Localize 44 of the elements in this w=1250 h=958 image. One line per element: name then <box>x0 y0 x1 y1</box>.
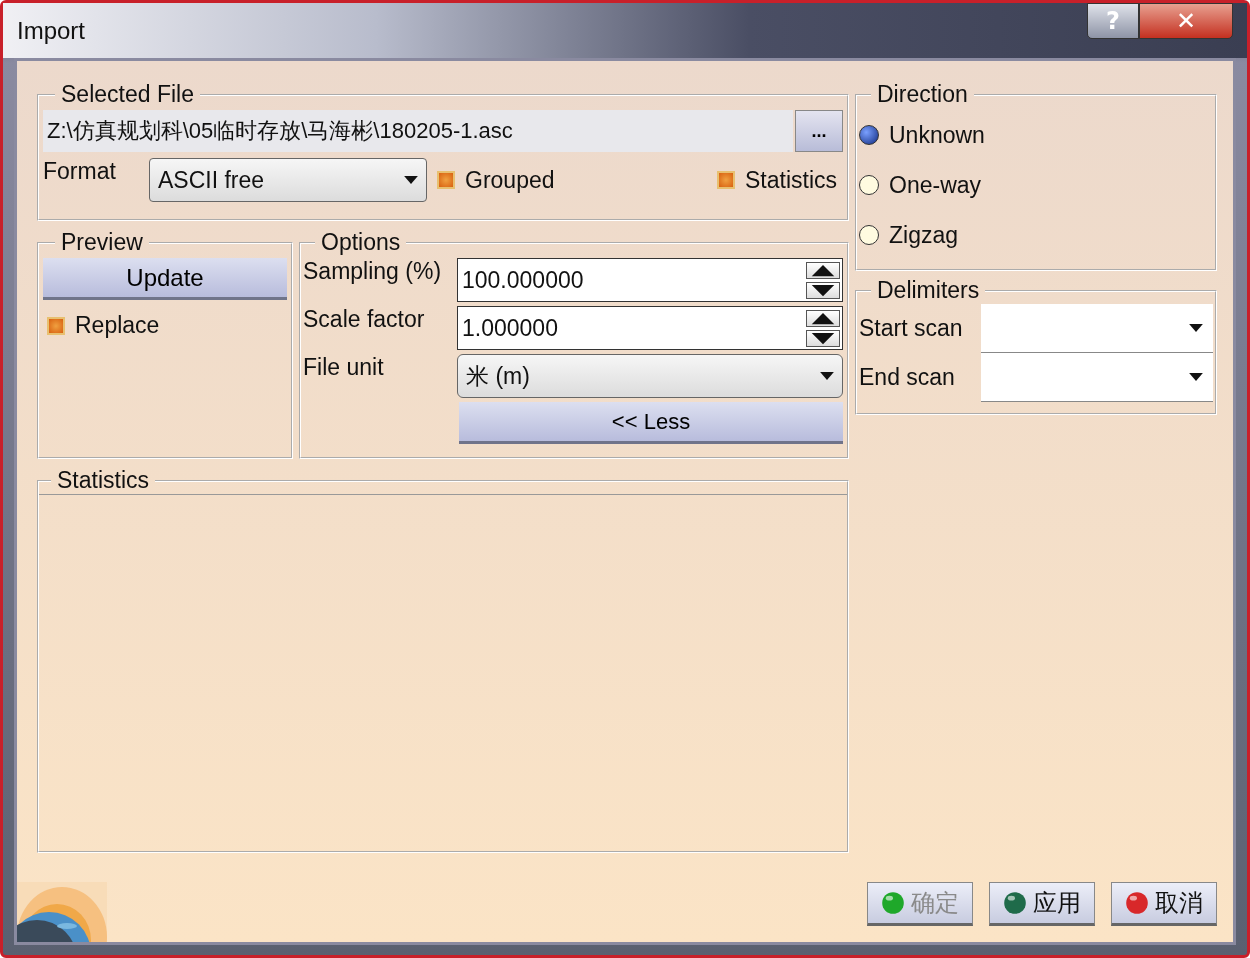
group-label: Delimiters <box>876 277 981 304</box>
field-label: Scale factor <box>303 306 426 333</box>
field-label: Start scan <box>859 315 964 342</box>
dialog-button[interactable]: 应用 <box>989 882 1095 926</box>
number-field[interactable]: 1.000000 <box>457 306 843 350</box>
field-label: End scan <box>859 364 956 391</box>
dialog-button[interactable]: 取消 <box>1111 882 1217 926</box>
checkbox-label: Statistics <box>744 166 837 194</box>
dropdown[interactable] <box>981 304 1213 353</box>
radio-label: Unknown <box>889 121 985 149</box>
ball-icon <box>1003 891 1027 915</box>
caret-icon <box>1189 373 1203 381</box>
number-field[interactable]: 100.000000 <box>457 258 843 302</box>
caret-icon <box>820 372 834 380</box>
group-label: Preview <box>60 229 144 256</box>
dropdown[interactable] <box>981 353 1213 402</box>
group-label: Direction <box>876 81 969 108</box>
radio-button[interactable] <box>859 125 879 145</box>
window-title: Import <box>17 17 85 45</box>
format-label: Format <box>43 158 117 185</box>
radio-button[interactable] <box>859 175 879 195</box>
browse-button[interactable]: ... <box>795 110 843 152</box>
field-label: Sampling (%) <box>303 258 443 285</box>
group-label: Selected File <box>60 81 195 108</box>
ball-icon <box>1125 891 1149 915</box>
update-button[interactable]: Update <box>43 258 287 300</box>
less-button[interactable]: << Less <box>459 402 843 444</box>
group-label: Options <box>320 229 402 256</box>
checkbox-label: Replace <box>75 312 160 339</box>
field-label: File unit <box>303 354 385 381</box>
file-path-field[interactable]: Z:\仿真规划科\05临时存放\马海彬\180205-1.asc <box>43 110 793 152</box>
radio-label: Zigzag <box>889 221 959 249</box>
radio-button[interactable] <box>859 225 879 245</box>
caret-icon <box>404 176 418 184</box>
unit-dropdown[interactable]: 米 (m) <box>457 354 843 398</box>
radio-label: One-way <box>889 171 982 199</box>
checkbox[interactable] <box>437 171 455 189</box>
caret-icon <box>1189 324 1203 332</box>
ball-icon <box>881 891 905 915</box>
checkbox[interactable] <box>47 316 65 335</box>
checkbox[interactable] <box>716 171 735 189</box>
checkbox-label: Grouped <box>465 166 555 194</box>
group-label: Statistics <box>56 467 151 494</box>
format-dropdown[interactable]: ASCII free <box>149 158 427 202</box>
